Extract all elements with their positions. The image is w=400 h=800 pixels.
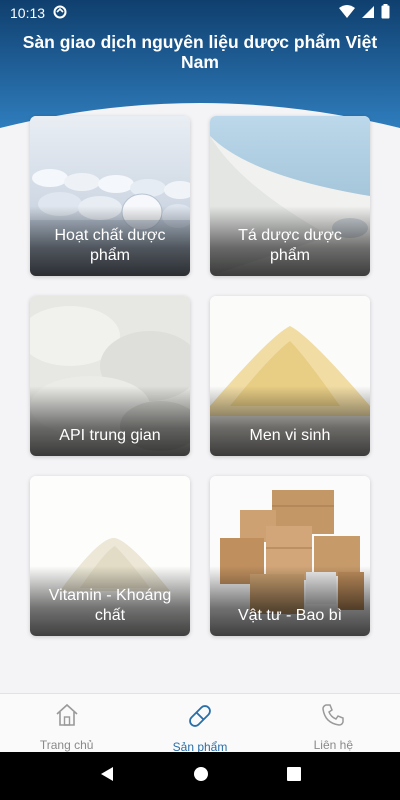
system-navigation-bar	[0, 752, 400, 800]
category-label: Hoạt chất dược phẩm	[54, 227, 166, 264]
phone-icon	[320, 702, 346, 728]
category-tile-vitamin[interactable]: Vitamin - Khoáng chất	[30, 476, 190, 636]
home-icon	[54, 702, 80, 728]
back-icon[interactable]	[99, 766, 115, 787]
nav-label: Liên hệ	[313, 738, 353, 752]
bottom-navigation: Trang chủ Sản phẩm Liên hệ	[0, 693, 400, 754]
nav-item-products[interactable]: Sản phẩm	[133, 694, 266, 754]
recents-icon[interactable]	[287, 766, 301, 786]
nav-item-contact[interactable]: Liên hệ	[267, 694, 400, 752]
category-tile-vat-tu[interactable]: Vật tư - Bao bì	[210, 476, 370, 636]
category-label: Men vi sinh	[249, 427, 331, 444]
category-label: API trung gian	[59, 427, 161, 444]
category-tile-men-vi-sinh[interactable]: Men vi sinh	[210, 296, 370, 456]
category-label: Tá dược dược phẩm	[238, 227, 342, 264]
capsule-icon	[186, 702, 214, 730]
nav-item-home[interactable]: Trang chủ	[0, 694, 133, 752]
category-tile-hoat-chat[interactable]: Hoạt chất dược phẩm	[30, 116, 190, 276]
category-grid: Hoạt chất dược phẩm Tá dược dược phẩm AP…	[0, 0, 400, 800]
category-tile-ta-duoc[interactable]: Tá dược dược phẩm	[210, 116, 370, 276]
category-tile-api[interactable]: API trung gian	[30, 296, 190, 456]
nav-label: Trang chủ	[39, 738, 94, 752]
category-label: Vật tư - Bao bì	[237, 607, 343, 624]
home-button-icon[interactable]	[193, 766, 209, 787]
category-label: Vitamin - Khoáng chất	[48, 587, 172, 624]
